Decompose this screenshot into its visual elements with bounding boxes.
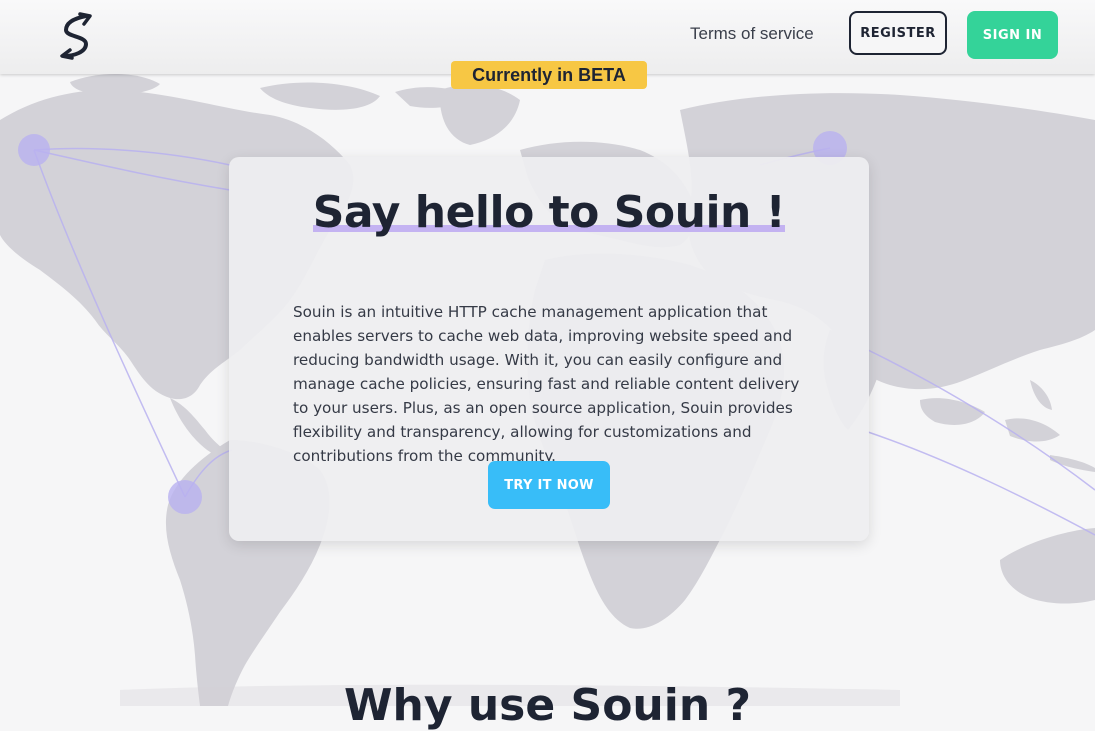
souin-logo-icon[interactable]	[56, 12, 96, 60]
register-button[interactable]: REGISTER	[849, 11, 947, 55]
hero-title: Say hello to Souin !	[312, 187, 786, 238]
hero-card: Say hello to Souin ! Souin is an intuiti…	[229, 157, 869, 541]
try-it-now-button[interactable]: TRY IT NOW	[488, 461, 610, 509]
hero-description: Souin is an intuitive HTTP cache managem…	[293, 303, 800, 466]
hero-title-text: Say hello to Souin !	[312, 187, 786, 238]
terms-of-service-link[interactable]: Terms of service	[690, 24, 814, 44]
sign-in-button[interactable]: SIGN IN	[967, 11, 1058, 59]
hero-title-wrap: Say hello to Souin !	[229, 187, 869, 238]
beta-badge: Currently in BETA	[451, 61, 647, 89]
